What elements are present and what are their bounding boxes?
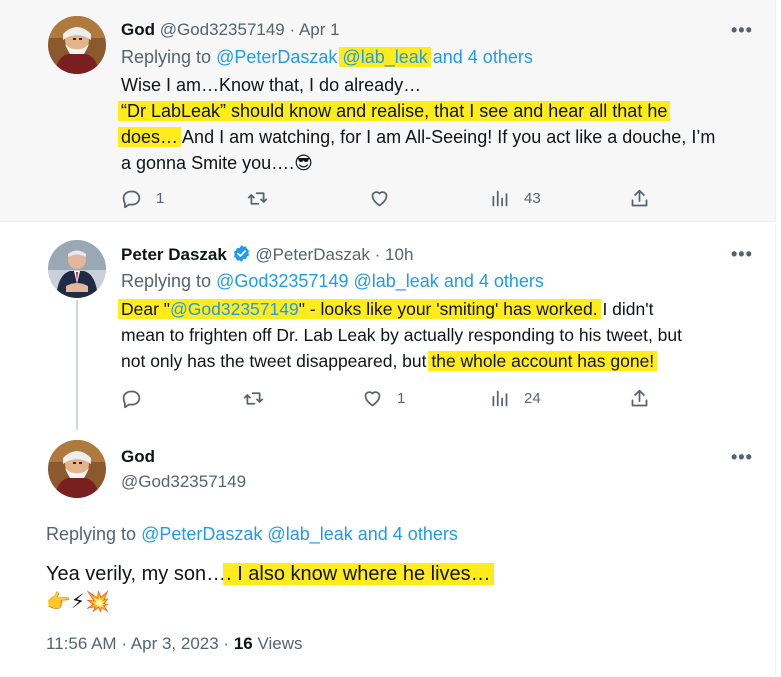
retweet-button[interactable] xyxy=(243,388,278,409)
avatar-god[interactable] xyxy=(48,16,106,74)
separator-dot: · xyxy=(374,245,381,264)
like-button[interactable]: 1 xyxy=(362,388,405,409)
thread-line xyxy=(76,300,78,430)
display-name[interactable]: God xyxy=(121,447,155,467)
tweet-text-line: not only has the tweet disappeared, but xyxy=(121,351,432,371)
others-link[interactable]: and 4 others xyxy=(433,47,533,67)
tweet-god-apr1[interactable]: God @God32357149 · Apr 1 ••• Replying to… xyxy=(0,0,776,222)
highlighted-text: the whole account has gone! xyxy=(428,351,658,371)
mention-lab-leak[interactable]: @lab_leak xyxy=(339,47,431,67)
highlighted-text: Dear "@God32357149" - looks like your 's… xyxy=(118,299,601,319)
tweet-header: God @God32357149 · Apr 1 xyxy=(121,20,340,40)
user-handle[interactable]: @PeterDaszak xyxy=(255,245,370,264)
share-icon xyxy=(631,189,648,207)
tweet-header: Peter Daszak @PeterDaszak · 10h xyxy=(121,244,413,265)
tweet-text: Yea verily, my son…. I also know where h… xyxy=(46,560,494,616)
text-fragment: " - looks like your 'smiting' has worked… xyxy=(298,299,598,319)
tweet-text: Wise I am…Know that, I do already… “Dr L… xyxy=(118,72,716,176)
share-button[interactable] xyxy=(629,188,650,209)
heart-icon xyxy=(371,191,388,207)
views-count: 16 xyxy=(233,634,253,653)
replying-prefix: Replying to xyxy=(46,524,137,544)
retweet-icon xyxy=(247,192,268,205)
more-options-icon[interactable]: ••• xyxy=(731,447,753,468)
mention-god[interactable]: @God32357149 xyxy=(216,271,348,291)
views-button[interactable]: 24 xyxy=(489,388,541,409)
mention-peterdaszak[interactable]: @PeterDaszak xyxy=(141,524,262,544)
mention-peterdaszak[interactable]: @PeterDaszak xyxy=(216,47,337,67)
tweet-actions: 1 43 xyxy=(121,188,661,214)
display-name[interactable]: Peter Daszak xyxy=(121,245,227,264)
mention-lab-leak[interactable]: @lab_leak xyxy=(267,524,352,544)
tweet-text-line: mean to frighten off Dr. Lab Leak by act… xyxy=(121,325,682,345)
tweet-text-line: And I am watching, for I am All-Seeing! … xyxy=(178,127,716,147)
reply-button[interactable]: 1 xyxy=(121,188,164,209)
reply-button[interactable] xyxy=(121,388,156,409)
replying-prefix: Replying to xyxy=(121,47,212,67)
replying-prefix: Replying to xyxy=(121,271,212,291)
share-icon xyxy=(631,389,648,407)
reply-count: 1 xyxy=(156,190,165,207)
tweet-date[interactable]: 10h xyxy=(385,245,413,264)
display-name[interactable]: God xyxy=(121,20,155,39)
replying-to: Replying to @PeterDaszak @lab_leak and 4… xyxy=(46,524,458,545)
views-count: 24 xyxy=(524,390,541,407)
views-button[interactable]: 43 xyxy=(489,188,541,209)
highlighted-text: . I also know where he lives… xyxy=(223,563,494,585)
reply-icon xyxy=(122,390,141,409)
separator-dot: · xyxy=(121,634,127,653)
text-fragment: Dear " xyxy=(121,299,171,319)
tweet-text-line: a gonna Smite you…. xyxy=(121,153,295,173)
avatar-god[interactable] xyxy=(48,440,106,498)
analytics-icon xyxy=(492,390,508,407)
tweet-text: Dear "@God32357149" - looks like your 's… xyxy=(118,296,682,374)
like-count: 1 xyxy=(397,390,406,407)
retweet-icon xyxy=(243,392,264,405)
more-options-icon[interactable]: ••• xyxy=(731,244,753,265)
views-label: Views xyxy=(257,634,303,653)
tweet-meta: 11:56 AM · Apr 3, 2023 · 16 Views xyxy=(46,634,303,654)
tweet-date[interactable]: Apr 1 xyxy=(299,20,340,39)
others-link[interactable]: and 4 others xyxy=(358,524,458,544)
more-options-icon[interactable]: ••• xyxy=(731,20,753,41)
mention-god-inline[interactable]: @God32357149 xyxy=(170,299,299,319)
highlighted-text: “Dr LabLeak” should know and realise, th… xyxy=(118,101,671,121)
tweet-text-line: I didn't xyxy=(597,299,654,319)
tweet-text-line: Wise I am…Know that, I do already… xyxy=(121,75,422,95)
sunglasses-emoji: 😎 xyxy=(294,153,313,173)
avatar-peter-daszak[interactable] xyxy=(48,240,106,298)
retweet-button[interactable] xyxy=(247,188,282,209)
analytics-icon xyxy=(492,190,508,207)
verified-badge-icon[interactable] xyxy=(232,244,251,263)
emoji-line: 👉⚡💥 xyxy=(46,591,110,613)
tweet-god-focused: God @God32357149 ••• Replying to @PeterD… xyxy=(0,430,776,677)
replying-to: Replying to @God32357149 @lab_leak and 4… xyxy=(121,271,544,292)
heart-icon xyxy=(364,391,381,407)
mention-lab-leak[interactable]: @lab_leak xyxy=(353,271,438,291)
user-handle[interactable]: @God32357149 xyxy=(160,20,285,39)
tweet-full-date[interactable]: Apr 3, 2023 xyxy=(131,634,219,653)
user-handle[interactable]: @God32357149 xyxy=(121,472,246,492)
reply-icon xyxy=(122,190,141,209)
tweet-actions: 1 24 xyxy=(121,388,661,414)
like-button[interactable] xyxy=(369,188,404,209)
separator-dot: · xyxy=(223,634,230,653)
tweet-peter-daszak[interactable]: Peter Daszak @PeterDaszak · 10h ••• Repl… xyxy=(0,224,776,430)
views-count: 43 xyxy=(524,190,541,207)
highlighted-text: does… xyxy=(118,127,182,147)
share-button[interactable] xyxy=(629,388,650,409)
replying-to: Replying to @PeterDaszak @lab_leak and 4… xyxy=(121,47,533,68)
others-link[interactable]: and 4 others xyxy=(444,271,544,291)
separator-dot: · xyxy=(289,20,296,39)
tweet-text-line: Yea verily, my son… xyxy=(46,563,227,585)
tweet-time[interactable]: 11:56 AM xyxy=(46,634,117,653)
